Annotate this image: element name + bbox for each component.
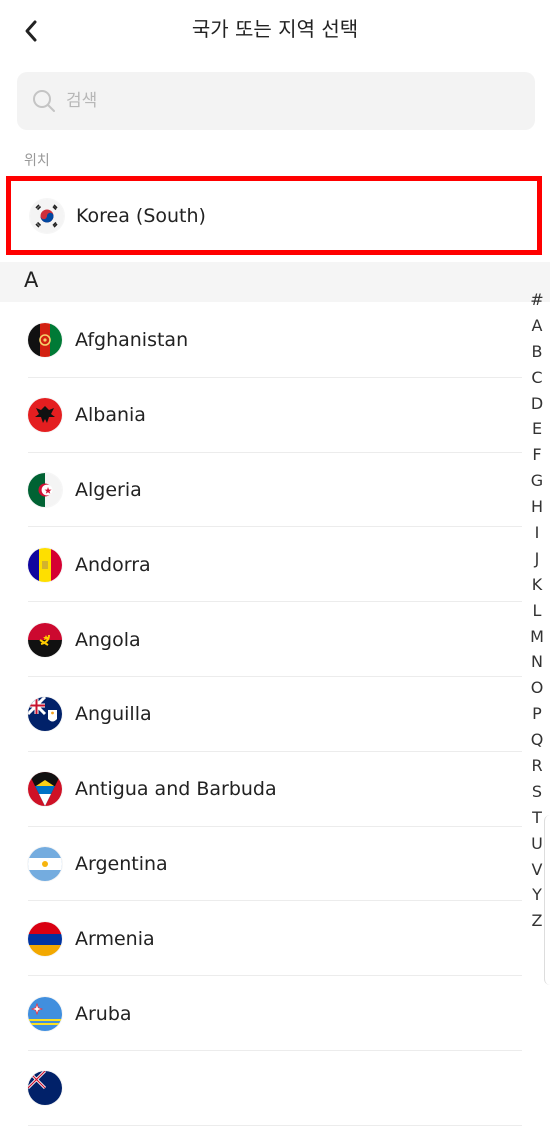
country-name: Anguilla: [75, 703, 152, 726]
page-title: 국가 또는 지역 선택: [191, 17, 359, 41]
ai-flag-icon: [28, 697, 62, 732]
section-header-a: A: [0, 262, 550, 302]
index-letter[interactable]: B: [526, 339, 548, 365]
country-name: Armenia: [75, 927, 155, 950]
index-letter[interactable]: J: [526, 546, 548, 572]
scrollbar[interactable]: [544, 815, 550, 985]
current-location-name: Korea (South): [76, 204, 206, 227]
aw-flag-icon: [28, 996, 62, 1031]
country-name: Algeria: [75, 478, 142, 501]
index-letter[interactable]: Q: [526, 727, 548, 753]
index-letter[interactable]: A: [526, 313, 548, 339]
index-letter[interactable]: C: [526, 365, 548, 391]
country-name: Angola: [75, 628, 141, 651]
country-name: Antigua and Barbuda: [75, 778, 277, 801]
next-flag-icon: [28, 1071, 62, 1106]
ag-flag-icon: [28, 772, 62, 807]
am-flag-icon: [28, 921, 62, 956]
current-location-item[interactable]: Korea (South): [6, 176, 542, 255]
search-input[interactable]: [64, 90, 508, 112]
country-row-andorra[interactable]: Andorra: [0, 527, 550, 602]
country-name: Albania: [75, 404, 146, 427]
location-label: 위치: [24, 153, 50, 169]
ao-flag-icon: [28, 622, 62, 657]
country-row-armenia[interactable]: Armenia: [0, 901, 550, 976]
country-row-anguilla[interactable]: Anguilla: [0, 677, 550, 752]
index-letter[interactable]: #: [526, 287, 548, 313]
section-letter: A: [24, 268, 39, 292]
index-letter[interactable]: N: [526, 649, 548, 675]
country-row-albania[interactable]: Albania: [0, 378, 550, 453]
al-flag-icon: [28, 398, 62, 433]
country-name: Argentina: [75, 852, 168, 875]
country-row-algeria[interactable]: Algeria: [0, 453, 550, 528]
index-letter[interactable]: I: [526, 520, 548, 546]
index-letter[interactable]: L: [526, 598, 548, 624]
country-row-argentina[interactable]: Argentina: [0, 827, 550, 902]
country-name: Aruba: [75, 1002, 132, 1025]
search-icon: [33, 90, 55, 112]
country-row-aruba[interactable]: Aruba: [0, 976, 550, 1051]
index-letter[interactable]: M: [526, 624, 548, 650]
index-letter[interactable]: G: [526, 468, 548, 494]
af-flag-icon: [28, 323, 62, 358]
country-row-angola[interactable]: Angola: [0, 602, 550, 677]
index-letter[interactable]: E: [526, 416, 548, 442]
index-letter[interactable]: F: [526, 442, 548, 468]
index-letter[interactable]: D: [526, 391, 548, 417]
dz-flag-icon: [28, 472, 62, 507]
country-name: Andorra: [75, 553, 151, 576]
search-bar[interactable]: [17, 72, 535, 130]
index-letter[interactable]: H: [526, 494, 548, 520]
country-row-partial[interactable]: [0, 1051, 550, 1126]
country-row-antigua-and-barbuda[interactable]: Antigua and Barbuda: [0, 752, 550, 827]
index-letter[interactable]: S: [526, 779, 548, 805]
kr-flag-icon: [30, 198, 64, 233]
country-name: Afghanistan: [75, 329, 189, 352]
ar-flag-icon: [28, 846, 62, 881]
country-row-afghanistan[interactable]: Afghanistan: [0, 303, 550, 378]
ad-flag-icon: [28, 547, 62, 582]
header: 국가 또는 지역 선택: [0, 0, 550, 58]
index-letter[interactable]: R: [526, 753, 548, 779]
index-letter[interactable]: P: [526, 701, 548, 727]
country-list: Afghanistan Albania Algeria Andorra Ango…: [0, 303, 550, 1126]
index-letter[interactable]: O: [526, 675, 548, 701]
index-letter[interactable]: K: [526, 572, 548, 598]
